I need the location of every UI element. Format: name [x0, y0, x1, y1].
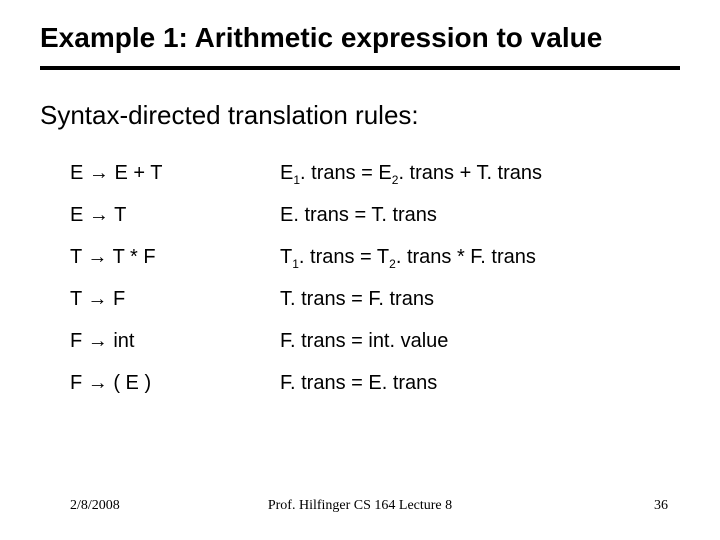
- rules-table: E → E + T E1. trans = E2. trans + T. tra…: [70, 162, 542, 414]
- production-cell: F → int: [70, 330, 280, 353]
- prod-rhs: T * F: [113, 246, 156, 268]
- table-row: E → T E. trans = T. trans: [70, 204, 542, 246]
- footer-center: Prof. Hilfinger CS 164 Lecture 8: [0, 498, 720, 514]
- prod-lhs: E: [70, 162, 83, 184]
- table-row: T → T * F T1. trans = T2. trans * F. tra…: [70, 246, 542, 288]
- arrow-icon: →: [89, 162, 109, 184]
- production-cell: T → T * F: [70, 246, 280, 269]
- prod-lhs: T: [70, 246, 82, 268]
- prod-rhs: ( E ): [113, 372, 151, 394]
- table-row: F → int F. trans = int. value: [70, 330, 542, 372]
- prod-rhs: F: [113, 288, 125, 310]
- prod-lhs: F: [70, 330, 82, 352]
- action-cell: T. trans = F. trans: [280, 288, 434, 311]
- production-cell: F → ( E ): [70, 372, 280, 395]
- slide: Example 1: Arithmetic expression to valu…: [0, 0, 720, 540]
- arrow-icon: →: [88, 372, 108, 394]
- slide-subtitle: Syntax-directed translation rules:: [40, 100, 419, 131]
- prod-lhs: T: [70, 288, 82, 310]
- footer-page: 36: [654, 498, 668, 514]
- action-cell: T1. trans = T2. trans * F. trans: [280, 246, 536, 269]
- arrow-icon: →: [87, 246, 107, 268]
- table-row: F → ( E ) F. trans = E. trans: [70, 372, 542, 414]
- slide-title: Example 1: Arithmetic expression to valu…: [40, 22, 602, 54]
- table-row: E → E + T E1. trans = E2. trans + T. tra…: [70, 162, 542, 204]
- arrow-icon: →: [88, 330, 108, 352]
- prod-lhs: E: [70, 204, 83, 226]
- arrow-icon: →: [89, 204, 109, 226]
- arrow-icon: →: [87, 288, 107, 310]
- production-cell: T → F: [70, 288, 280, 311]
- action-cell: E. trans = T. trans: [280, 204, 437, 227]
- prod-rhs: T: [114, 204, 126, 226]
- production-cell: E → T: [70, 204, 280, 227]
- action-cell: F. trans = E. trans: [280, 372, 437, 395]
- prod-rhs: int: [113, 330, 134, 352]
- production-cell: E → E + T: [70, 162, 280, 185]
- prod-lhs: F: [70, 372, 82, 394]
- title-underline: [40, 66, 680, 70]
- prod-rhs: E + T: [114, 162, 162, 184]
- table-row: T → F T. trans = F. trans: [70, 288, 542, 330]
- action-cell: F. trans = int. value: [280, 330, 448, 353]
- action-cell: E1. trans = E2. trans + T. trans: [280, 162, 542, 185]
